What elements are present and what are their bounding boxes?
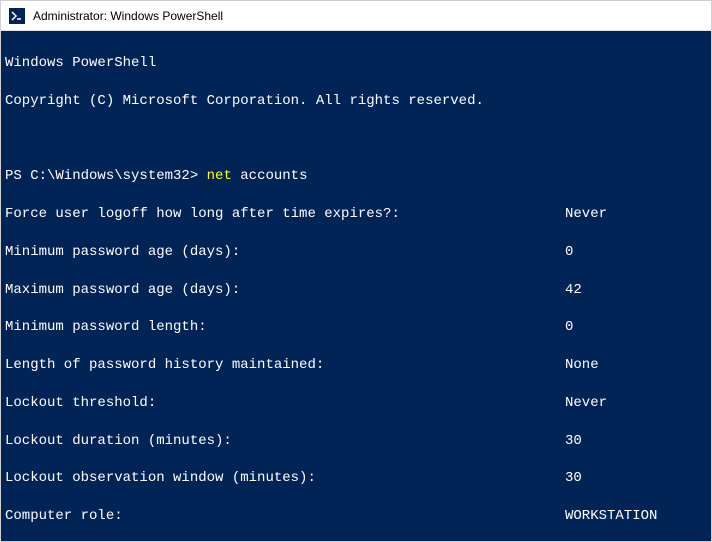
powershell-window: Administrator: Windows PowerShell Window…	[0, 0, 712, 542]
result-value: 0	[565, 318, 707, 337]
powershell-icon	[9, 8, 25, 24]
result-row: Force user logoff how long after time ex…	[5, 205, 707, 224]
result-label: Maximum password age (days):	[5, 281, 565, 300]
result-row: Lockout duration (minutes):30	[5, 432, 707, 451]
terminal-output[interactable]: Windows PowerShell Copyright (C) Microso…	[1, 31, 711, 541]
result-row: Minimum password length:0	[5, 318, 707, 337]
window-title: Administrator: Windows PowerShell	[33, 9, 223, 23]
titlebar[interactable]: Administrator: Windows PowerShell	[1, 1, 711, 31]
command-args: accounts	[232, 168, 308, 184]
header-line: Windows PowerShell	[5, 54, 707, 73]
result-value: 30	[565, 469, 707, 488]
result-label: Computer role:	[5, 507, 565, 526]
result-label: Minimum password length:	[5, 318, 565, 337]
result-value: WORKSTATION	[565, 507, 707, 526]
result-label: Minimum password age (days):	[5, 243, 565, 262]
result-label: Lockout observation window (minutes):	[5, 469, 565, 488]
result-row: Maximum password age (days):42	[5, 281, 707, 300]
result-label: Lockout threshold:	[5, 394, 565, 413]
result-row: Lockout observation window (minutes):30	[5, 469, 707, 488]
result-row: Computer role:WORKSTATION	[5, 507, 707, 526]
command-line: PS C:\Windows\system32> net accounts	[5, 167, 707, 186]
result-label: Lockout duration (minutes):	[5, 432, 565, 451]
result-label: Length of password history maintained:	[5, 356, 565, 375]
result-label: Force user logoff how long after time ex…	[5, 205, 565, 224]
result-value: Never	[565, 394, 707, 413]
result-row: Minimum password age (days):0	[5, 243, 707, 262]
command-keyword: net	[207, 168, 232, 184]
result-value: 30	[565, 432, 707, 451]
result-value: 42	[565, 281, 707, 300]
result-value: None	[565, 356, 707, 375]
result-row: Lockout threshold:Never	[5, 394, 707, 413]
prompt: PS C:\Windows\system32>	[5, 168, 207, 184]
result-value: 0	[565, 243, 707, 262]
blank-line	[5, 129, 707, 148]
copyright-line: Copyright (C) Microsoft Corporation. All…	[5, 92, 707, 111]
result-value: Never	[565, 205, 707, 224]
result-row: Length of password history maintained:No…	[5, 356, 707, 375]
